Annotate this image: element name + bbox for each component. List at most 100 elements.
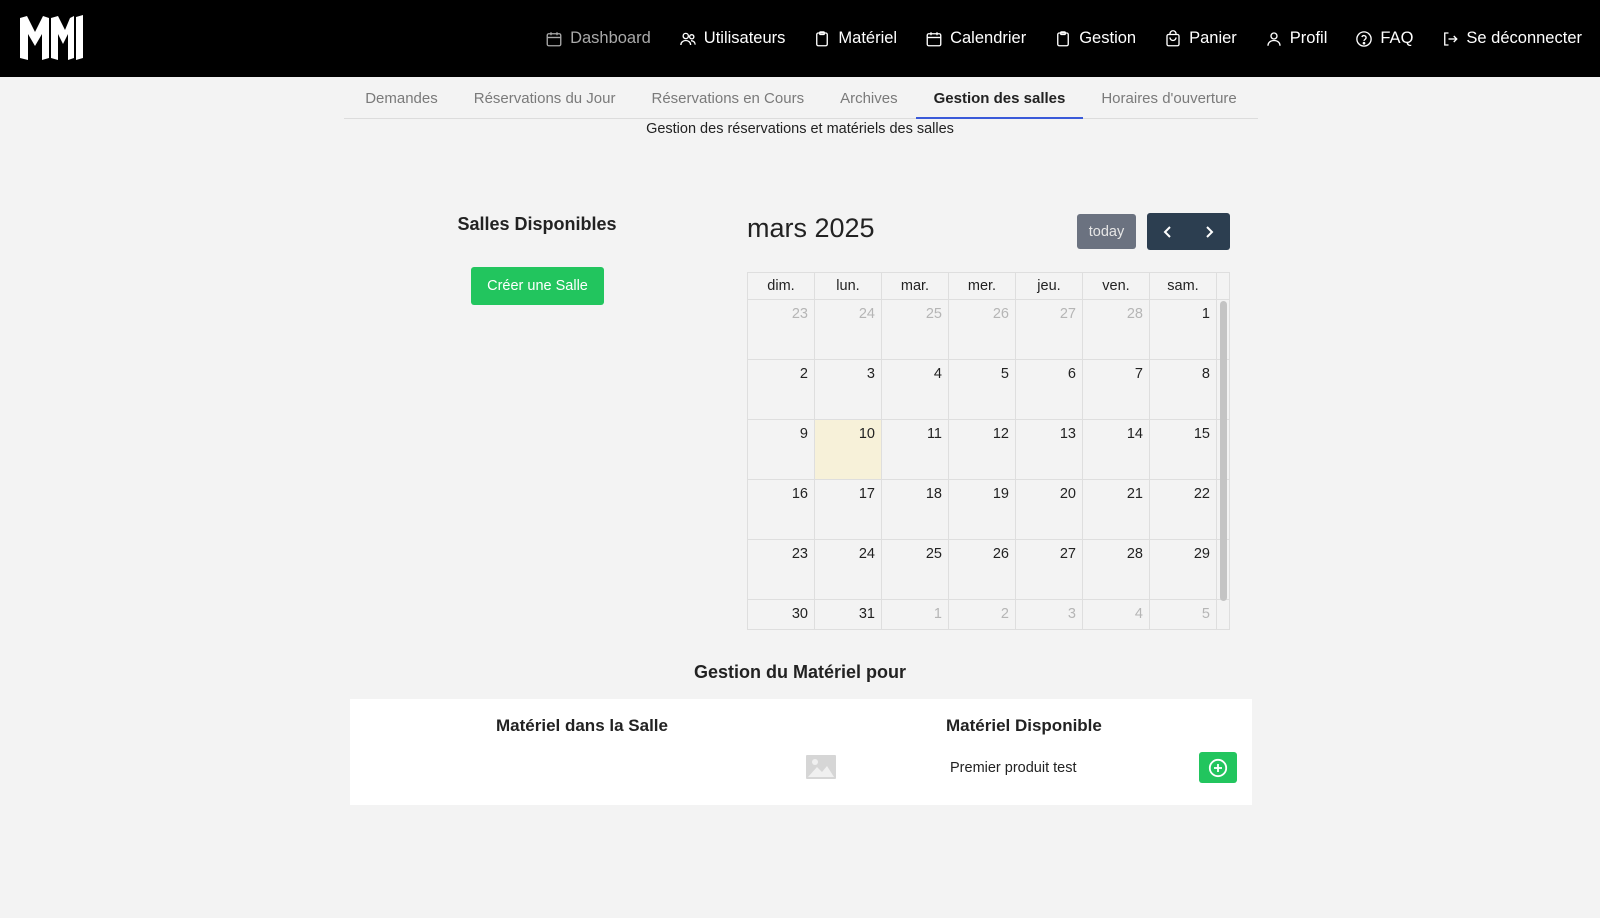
basket-icon [1166, 29, 1180, 46]
nav-profil[interactable]: Profil [1251, 19, 1342, 59]
calendar-week: 30 31 1 2 3 4 5 [748, 600, 1229, 629]
calendar-day[interactable]: 23 [748, 540, 815, 599]
nav-materiel-label: Matériel [838, 29, 898, 47]
calendar-day[interactable]: 28 [1083, 540, 1150, 599]
calendar-day-today[interactable]: 10 [815, 420, 882, 479]
calendar-day[interactable]: 17 [815, 480, 882, 539]
calendar-day[interactable]: 18 [882, 480, 949, 539]
month-calendar: dim. lun. mar. mer. jeu. ven. sam. 23 24… [747, 272, 1230, 630]
salles-title: Salles Disponibles [457, 214, 617, 234]
mmi-logo[interactable] [18, 12, 86, 62]
gestion-tabs: Demandes Réservations du Jour Réservatio… [344, 80, 1258, 119]
tab-reservations-du-jour[interactable]: Réservations du Jour [456, 80, 634, 119]
calendar-week: 23 24 25 26 27 28 1 [748, 300, 1229, 360]
calendar-day[interactable]: 27 [1016, 540, 1083, 599]
calendar-week: 16 17 18 19 20 21 22 [748, 480, 1229, 540]
nav-utilisateurs[interactable]: Utilisateurs [665, 19, 800, 59]
calendar-day[interactable]: 9 [748, 420, 815, 479]
calendar-day[interactable]: 27 [1016, 300, 1083, 359]
calendar-day[interactable]: 24 [815, 540, 882, 599]
calendar-day[interactable]: 28 [1083, 300, 1150, 359]
tab-horaires-ouverture[interactable]: Horaires d'ouverture [1083, 80, 1254, 119]
nav-calendrier[interactable]: Calendrier [911, 19, 1040, 59]
calendar-day[interactable]: 8 [1150, 360, 1217, 419]
calendar-day[interactable]: 3 [1016, 600, 1083, 629]
calendar-scrollbar[interactable] [1220, 301, 1227, 601]
nav-logout[interactable]: Se déconnecter [1427, 19, 1596, 59]
plus-circle-icon [1208, 758, 1228, 777]
calendar-day[interactable]: 22 [1150, 480, 1217, 539]
calendar-day[interactable]: 1 [882, 600, 949, 629]
calendar-day[interactable]: 25 [882, 300, 949, 359]
calendar-day[interactable]: 12 [949, 420, 1016, 479]
calendar-day[interactable]: 2 [748, 360, 815, 419]
logout-icon [1444, 31, 1459, 46]
users-icon [679, 32, 696, 45]
available-item-name: Premier produit test [950, 760, 1077, 776]
calendar-day[interactable]: 7 [1083, 360, 1150, 419]
day-header: mar. [882, 273, 949, 299]
calendar-day[interactable]: 26 [949, 540, 1016, 599]
calendar-day[interactable]: 4 [1083, 600, 1150, 629]
next-month-button[interactable] [1189, 213, 1231, 250]
nav-faq[interactable]: FAQ [1341, 19, 1427, 59]
nav-panier[interactable]: Panier [1150, 19, 1251, 59]
calendar-day[interactable]: 5 [1150, 600, 1217, 629]
calendar-body: 23 24 25 26 27 28 1 2 3 4 5 6 7 8 9 10 1… [748, 300, 1229, 629]
image-placeholder-icon [806, 755, 836, 779]
nav-profil-label: Profil [1289, 29, 1328, 47]
calendar-day[interactable]: 15 [1150, 420, 1217, 479]
materiel-panel: Matériel dans la Salle Matériel Disponib… [350, 699, 1252, 805]
day-header: dim. [748, 273, 815, 299]
tab-gestion-des-salles[interactable]: Gestion des salles [915, 80, 1084, 119]
calendar-day[interactable]: 13 [1016, 420, 1083, 479]
nav-gestion[interactable]: Gestion [1040, 19, 1150, 59]
calendar-week: 23 24 25 26 27 28 29 [748, 540, 1229, 600]
calendar-week: 9 10 11 12 13 14 15 [748, 420, 1229, 480]
calendar-day[interactable]: 14 [1083, 420, 1150, 479]
clipboard-icon [1057, 30, 1070, 46]
clipboard-icon [816, 30, 829, 46]
tab-reservations-en-cours[interactable]: Réservations en Cours [634, 80, 823, 119]
prev-month-button[interactable] [1147, 213, 1189, 250]
calendar-day[interactable]: 2 [949, 600, 1016, 629]
calendar-day[interactable]: 11 [882, 420, 949, 479]
calendar-day[interactable]: 4 [882, 360, 949, 419]
calendar-day[interactable]: 25 [882, 540, 949, 599]
nav-panier-label: Panier [1189, 29, 1237, 47]
calendar-day[interactable]: 1 [1150, 300, 1217, 359]
calendar-nav-group [1147, 213, 1230, 250]
calendar-day[interactable]: 23 [748, 300, 815, 359]
top-navbar: Dashboard Utilisateurs Matériel Calendri… [0, 0, 1600, 77]
add-item-button[interactable] [1199, 752, 1237, 783]
calendar-day[interactable]: 5 [949, 360, 1016, 419]
calendar-day[interactable]: 19 [949, 480, 1016, 539]
calendar-day[interactable]: 30 [748, 600, 815, 629]
calendar-icon [546, 31, 562, 46]
help-circle-icon [1356, 30, 1373, 47]
tab-archives[interactable]: Archives [822, 80, 916, 119]
nav-dashboard[interactable]: Dashboard [531, 19, 665, 59]
nav-utilisateurs-label: Utilisateurs [703, 29, 786, 47]
today-button[interactable]: today [1077, 214, 1136, 249]
nav-calendrier-label: Calendrier [950, 29, 1027, 47]
calendar-day[interactable]: 31 [815, 600, 882, 629]
main-nav: Dashboard Utilisateurs Matériel Calendri… [531, 0, 1596, 77]
user-icon [1267, 31, 1281, 46]
calendar-day[interactable]: 24 [815, 300, 882, 359]
calendar-icon [926, 31, 942, 46]
nav-faq-label: FAQ [1380, 29, 1414, 47]
day-header: jeu. [1016, 273, 1083, 299]
calendar-day[interactable]: 26 [949, 300, 1016, 359]
calendar-day[interactable]: 29 [1150, 540, 1217, 599]
calendar-day[interactable]: 20 [1016, 480, 1083, 539]
calendar-day[interactable]: 16 [748, 480, 815, 539]
tab-demandes[interactable]: Demandes [347, 80, 456, 119]
create-salle-button[interactable]: Créer une Salle [471, 267, 604, 305]
calendar-day[interactable]: 21 [1083, 480, 1150, 539]
calendar-day[interactable]: 6 [1016, 360, 1083, 419]
chevron-right-icon [1206, 225, 1214, 238]
nav-logout-label: Se déconnecter [1466, 29, 1582, 47]
nav-materiel[interactable]: Matériel [799, 19, 911, 59]
calendar-day[interactable]: 3 [815, 360, 882, 419]
